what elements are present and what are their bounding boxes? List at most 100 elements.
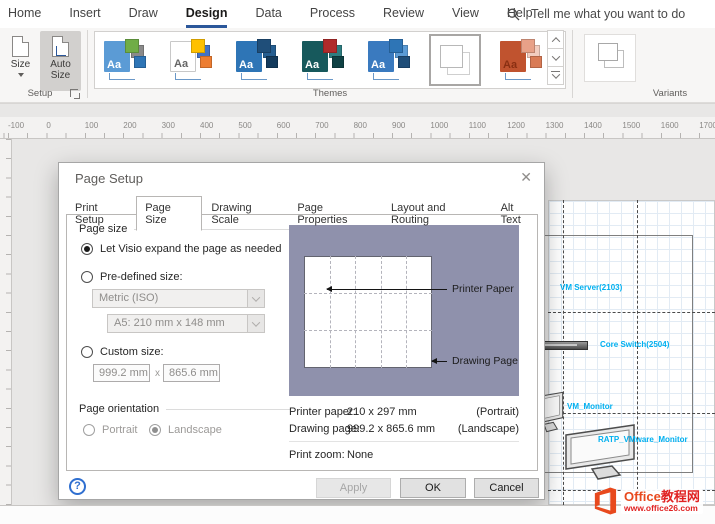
menu-item-view[interactable]: View	[452, 0, 479, 28]
setup-dialog-launcher-icon[interactable]	[70, 89, 80, 99]
ruler-tick-label: 100	[85, 121, 98, 130]
tab-page-properties[interactable]: Page Properties	[288, 198, 382, 231]
menu-item-design[interactable]: Design	[186, 0, 228, 28]
watermark-brand-cn: 教程网	[661, 489, 700, 504]
theme-tile-orange[interactable]: Aa	[497, 36, 545, 84]
menu-item-process[interactable]: Process	[310, 0, 355, 28]
ruler-tick-label: 200	[123, 121, 136, 130]
predefined-size-radio[interactable]: Pre-defined size:	[81, 271, 183, 283]
tab-print-setup[interactable]: Print Setup	[66, 198, 136, 231]
themes-gallery: Aa Aa Aa Aa Aa Aa	[94, 31, 566, 89]
radio-icon[interactable]	[81, 346, 93, 358]
custom-width-input[interactable]: 999.2 mm	[93, 364, 150, 382]
dialog-tabs: Print SetupPage SizeDrawing ScalePage Pr…	[66, 196, 544, 231]
size-button[interactable]: Size	[3, 31, 38, 91]
printer-paper-orientation: (Portrait)	[476, 406, 519, 418]
paper-size-dropdown[interactable]: A5: 210 mm x 148 mm	[107, 314, 265, 333]
radio-icon[interactable]	[81, 243, 93, 255]
chevron-down-icon[interactable]	[247, 315, 264, 332]
ruler-tick-label: 1200	[507, 121, 525, 130]
menu-item-insert[interactable]: Insert	[69, 0, 100, 28]
help-button[interactable]: ?	[69, 478, 86, 495]
radio-icon[interactable]	[83, 424, 95, 436]
preview-grid-line	[304, 293, 432, 294]
radio-icon[interactable]	[81, 271, 93, 283]
page-size-icon	[12, 36, 29, 57]
close-icon[interactable]: ✕	[520, 169, 532, 185]
core-switch-label[interactable]: Core Switch(2504)	[600, 340, 669, 349]
print-zoom-label: Print zoom:	[289, 449, 345, 461]
theme-tile-teal-red[interactable]: Aa	[299, 36, 347, 84]
cancel-button[interactable]: Cancel	[474, 478, 539, 498]
ruler-tick-label: 900	[392, 121, 405, 130]
custom-height-input[interactable]: 865.6 mm	[163, 364, 220, 382]
portrait-radio[interactable]: Portrait	[83, 424, 137, 436]
menu-item-draw[interactable]: Draw	[129, 0, 158, 28]
tell-me-label: Tell me what you want to do	[531, 7, 685, 21]
theme-swatch-square	[125, 39, 139, 53]
paper-size-dropdown-value: A5: 210 mm x 148 mm	[114, 317, 225, 329]
page-setup-dialog: Page Setup ✕ Print SetupPage SizeDrawing…	[58, 162, 545, 500]
theme-swatch-square	[530, 56, 542, 68]
expand-page-radio[interactable]: Let Visio expand the page as needed	[81, 243, 281, 255]
printer-paper-info-value: 210 x 297 mm	[347, 406, 417, 418]
auto-size-button[interactable]: Auto Size	[40, 31, 81, 91]
tab-alt-text[interactable]: Alt Text	[492, 198, 544, 231]
theme-tile-blue-green[interactable]: Aa	[101, 36, 149, 84]
menu-item-review[interactable]: Review	[383, 0, 424, 28]
search-icon	[507, 8, 520, 21]
tab-drawing-scale[interactable]: Drawing Scale	[202, 198, 288, 231]
size-button-label: Size	[11, 59, 30, 70]
tell-me-search[interactable]: Tell me what you want to do	[507, 0, 685, 28]
theme-swatch-square	[257, 39, 271, 53]
watermark-text: Office教程网 www.office26.com	[621, 489, 703, 514]
watermark-url: www.office26.com	[624, 504, 700, 513]
horizontal-ruler[interactable]: -100010020030040050060070080090010001100…	[0, 117, 715, 139]
theme-swatch-square	[134, 56, 146, 68]
theme-swatch-square	[389, 39, 403, 53]
ratp-vmware-monitor-shape[interactable]	[558, 423, 646, 481]
chevron-down-icon[interactable]	[247, 290, 264, 307]
apply-button[interactable]: Apply	[316, 478, 391, 498]
page-orientation-group-label: Page orientation	[79, 403, 159, 415]
theme-swatch-square	[323, 39, 337, 53]
menu-item-data[interactable]: Data	[255, 0, 281, 28]
vertical-ruler[interactable]	[0, 139, 12, 505]
ok-button[interactable]: OK	[400, 478, 466, 498]
radio-icon[interactable]	[149, 424, 161, 436]
guide-line[interactable]	[548, 312, 715, 313]
preview-grid-line	[406, 256, 407, 368]
themes-scroll-down-button[interactable]	[547, 48, 564, 67]
menu-item-home[interactable]: Home	[8, 0, 41, 28]
theme-connector-icon	[307, 73, 333, 80]
printer-paper-info: Printer paper: 210 x 297 mm (Portrait)	[289, 406, 519, 418]
themes-group-label: Themes	[94, 88, 566, 99]
vm-server-label[interactable]: VM Server(2103)	[560, 283, 622, 292]
theme-tile-white-yellow-orange[interactable]: Aa	[167, 36, 215, 84]
drawing-page-info: Drawing page: 999.2 x 865.6 mm (Landscap…	[289, 423, 519, 435]
ruler-tick-label: 1500	[622, 121, 640, 130]
ruler-tick-label: 0	[46, 121, 50, 130]
tab-page-size[interactable]: Page Size	[136, 196, 202, 231]
theme-tile-blue[interactable]: Aa	[233, 36, 281, 84]
landscape-radio[interactable]: Landscape	[149, 424, 222, 436]
vm-monitor-label[interactable]: VM_Monitor	[567, 402, 613, 411]
guide-line[interactable]	[548, 413, 715, 414]
theme-tile-blue-mid[interactable]: Aa	[365, 36, 413, 84]
theme-tile-none[interactable]	[431, 36, 479, 84]
units-dropdown[interactable]: Metric (ISO)	[92, 289, 265, 308]
variant-tile-none[interactable]	[584, 34, 636, 82]
ruler-tick-label: 800	[354, 121, 367, 130]
custom-size-radio[interactable]: Custom size:	[81, 346, 164, 358]
ruler-tick-label: 1000	[430, 121, 448, 130]
visio-window: Home Insert Draw Design Data Process Review Vie…	[0, 0, 715, 524]
themes-gallery-expand-button[interactable]	[547, 66, 564, 85]
units-dropdown-value: Metric (ISO)	[99, 292, 158, 304]
theme-connector-icon	[505, 73, 531, 80]
office-logo-icon	[591, 486, 618, 516]
dialog-title: Page Setup	[75, 171, 143, 186]
ruler-tick-label: 1700	[699, 121, 715, 130]
ratp-vmware-monitor-label[interactable]: RATP_VMware_Monitor	[598, 435, 688, 444]
themes-scroll-up-button[interactable]	[547, 30, 564, 49]
tab-layout-and-routing[interactable]: Layout and Routing	[382, 198, 492, 231]
